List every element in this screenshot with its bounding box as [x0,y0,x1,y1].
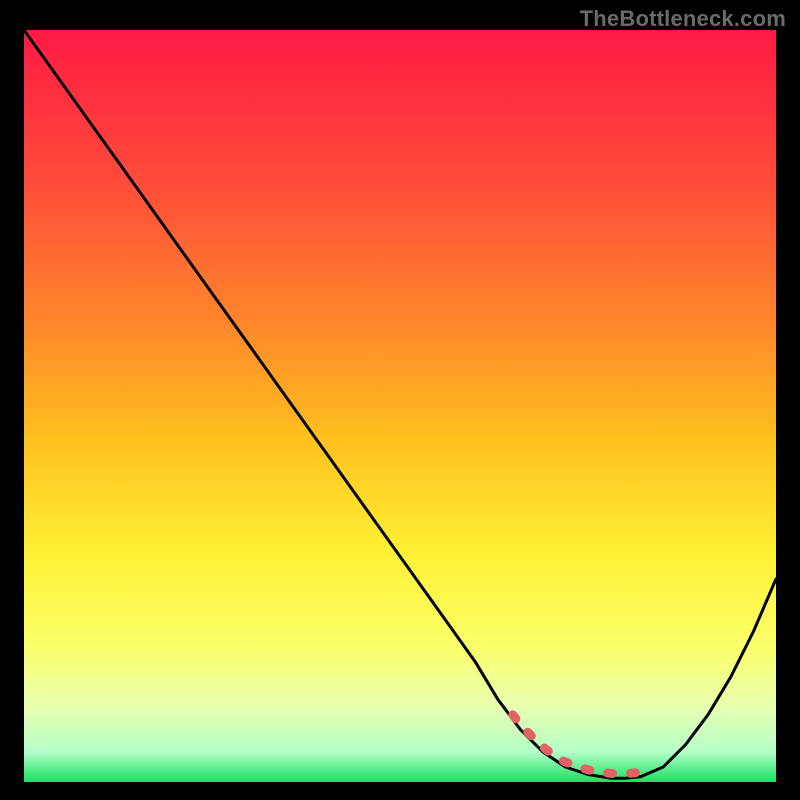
bottleneck-chart [24,30,776,782]
chart-frame: TheBottleneck.com [0,0,800,800]
gradient-background [24,30,776,782]
attribution-label: TheBottleneck.com [580,6,786,32]
